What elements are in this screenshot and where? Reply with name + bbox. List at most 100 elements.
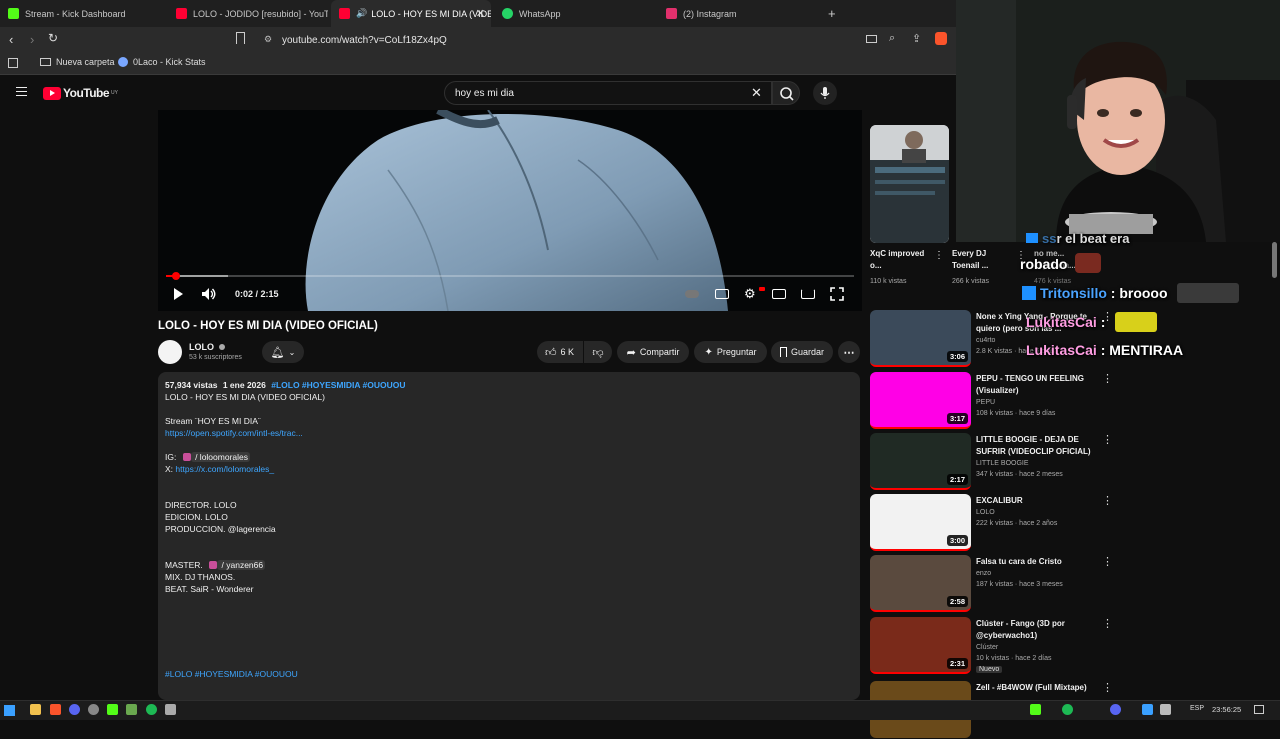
tab-kick-dashboard[interactable]: Stream - Kick Dashboard <box>0 0 165 27</box>
recommendation-title[interactable]: Falsa tu cara de Cristo <box>976 556 1091 568</box>
settings-icon[interactable]: ⚙ <box>744 286 756 302</box>
kebab-menu-icon[interactable]: ⋮ <box>1102 496 1113 507</box>
miniplayer-icon[interactable] <box>772 289 786 299</box>
subtitles-icon[interactable] <box>715 289 729 299</box>
url-field[interactable]: ⚙ youtube.com/watch?v=CoLf18Zx4pQ <box>258 30 858 50</box>
clock[interactable]: 23:56:25 <box>1212 705 1241 714</box>
kick-icon[interactable] <box>107 704 118 715</box>
like-button[interactable]: 👍︎ 6 K <box>537 341 583 363</box>
app-icon[interactable] <box>165 704 176 715</box>
cast-icon[interactable] <box>801 289 815 299</box>
tray-kick-icon[interactable] <box>1030 704 1041 715</box>
description-box[interactable]: 57,934 vistas 1 ene 2026 #LOLO #HOYESMID… <box>158 372 860 700</box>
ig-handle[interactable]: / loloomorales <box>190 452 250 462</box>
recommendation-title[interactable]: Zell - #B4WOW (Full Mixtape) <box>976 682 1091 694</box>
start-icon[interactable] <box>4 705 15 716</box>
recommendation-channel[interactable]: LOLO <box>976 509 995 516</box>
channel-avatar[interactable] <box>158 340 182 364</box>
video-thumbnail[interactable]: 2:31 <box>870 617 971 674</box>
kebab-menu-icon[interactable]: ⋮ <box>1102 374 1113 385</box>
tray-volume-icon[interactable] <box>1160 704 1171 715</box>
search-input[interactable]: hoy es mi dia ✕ <box>444 81 772 105</box>
kebab-menu-icon[interactable]: ⋮ <box>1102 435 1113 446</box>
site-info-icon[interactable]: ⚙ <box>264 34 272 45</box>
share-icon[interactable]: ⇪ <box>912 32 921 45</box>
recommendation-channel[interactable]: LITTLE BOOGIE <box>976 460 1029 467</box>
clear-search-icon[interactable]: ✕ <box>751 85 762 101</box>
minecraft-icon[interactable] <box>126 704 137 715</box>
video-thumbnail[interactable]: 2:17 <box>870 433 971 490</box>
new-tab-button[interactable]: + <box>828 6 836 21</box>
recommendation-title[interactable]: LITTLE BOOGIE - DEJA DE SUFRIR (VIDEOCLI… <box>976 434 1091 458</box>
recommendation-channel[interactable]: enzo <box>976 570 991 577</box>
channel-name[interactable]: LOLO <box>189 342 225 352</box>
recommendation-channel[interactable]: PEPU <box>976 399 995 406</box>
close-tab-icon[interactable]: ✕ <box>476 7 485 20</box>
short-title[interactable]: Every DJ Toenail ... <box>952 248 1002 272</box>
recommendation-item[interactable]: 2:58 Falsa tu cara de Cristo enzo 187 k vis… <box>870 555 1113 613</box>
spotify-icon[interactable] <box>146 704 157 715</box>
video-thumbnail[interactable]: 3:06 <box>870 310 971 367</box>
recommendation-title[interactable]: Clúster - Fango (3D por @cyberwacho1) <box>976 618 1091 642</box>
menu-icon[interactable] <box>16 87 27 96</box>
ask-button[interactable]: ✦ Preguntar <box>694 341 767 363</box>
tab-lolo-hoy-es-mi-dia[interactable]: 🔊 LOLO - HOY ES MI DIA (VIDE ✕ <box>331 0 491 27</box>
voice-search-button[interactable] <box>813 81 837 105</box>
kebab-menu-icon[interactable]: ⋮ <box>1102 683 1113 694</box>
bookmark-kick-stats[interactable]: 0Laco - Kick Stats <box>118 57 206 67</box>
screen-icon[interactable] <box>866 35 877 43</box>
dislike-button[interactable]: 👎︎ <box>584 341 612 363</box>
youtube-logo[interactable]: YouTube UY <box>43 86 118 100</box>
tray-network-icon[interactable] <box>1142 704 1153 715</box>
recommendation-channel[interactable]: cu4rto <box>976 337 995 344</box>
volume-icon[interactable] <box>201 287 217 301</box>
short-kebab-icon[interactable]: ⋮ <box>934 250 944 261</box>
notifications-icon[interactable] <box>1254 705 1264 714</box>
recommendation-item[interactable]: 3:00 EXCALIBUR LOLO 222 k vistas · hace 2 a… <box>870 494 1113 552</box>
recommendation-item[interactable]: 3:17 PEPU - TENGO UN FEELING (Visualizer)… <box>870 372 1113 430</box>
kebab-menu-icon[interactable]: ⋮ <box>1102 557 1113 568</box>
master-handle[interactable]: / yanzen66 <box>217 560 266 570</box>
hashtags-top[interactable]: #LOLO #HOYESMIDIA #OUOUOU <box>271 380 405 390</box>
back-icon[interactable]: ‹ <box>9 32 13 47</box>
tray-spotify-icon[interactable] <box>1062 704 1073 715</box>
short-title[interactable]: XqC improved o... <box>870 248 932 272</box>
brave-shield-icon[interactable] <box>935 32 947 45</box>
sidebar-scrollbar[interactable] <box>1272 242 1277 278</box>
kebab-menu-icon[interactable]: ⋮ <box>1102 619 1113 630</box>
language-indicator[interactable]: ESP <box>1190 705 1204 712</box>
recommendation-title[interactable]: EXCALIBUR <box>976 495 1091 507</box>
recommendation-title[interactable]: PEPU - TENGO UN FEELING (Visualizer) <box>976 373 1091 397</box>
spotify-link[interactable]: https://open.spotify.com/intl-es/trac... <box>165 428 303 438</box>
save-button[interactable]: Guardar <box>771 341 833 363</box>
tab-instagram[interactable]: (2) Instagram <box>658 0 818 27</box>
search-button[interactable] <box>772 81 800 105</box>
bookmark-nueva-carpeta[interactable]: Nueva carpeta <box>40 57 115 67</box>
apps-grid-icon[interactable] <box>8 58 18 68</box>
video-thumbnail[interactable]: 3:17 <box>870 372 971 429</box>
autoplay-toggle[interactable] <box>685 290 699 298</box>
reload-icon[interactable]: ↻ <box>48 31 58 45</box>
zoom-icon[interactable]: ⌕ <box>889 32 895 45</box>
tab-lolo-jodido[interactable]: LOLO - JODIDO [resubido] - YouTube <box>168 0 328 27</box>
more-actions-button[interactable]: ⋯ <box>838 341 860 363</box>
brave-icon[interactable] <box>50 704 61 715</box>
share-button[interactable]: ➦ Compartir <box>617 341 689 363</box>
forward-icon[interactable]: › <box>30 32 34 47</box>
tray-discord-icon[interactable] <box>1110 704 1121 715</box>
video-thumbnail[interactable]: 2:58 <box>870 555 971 612</box>
notification-bell-button[interactable]: 🔔︎ ⌄ <box>262 341 304 363</box>
recommendation-item[interactable]: 2:31 Clúster - Fango (3D por @cyberwacho1… <box>870 617 1113 675</box>
video-thumbnail[interactable]: 3:00 <box>870 494 971 551</box>
play-icon[interactable] <box>171 287 185 301</box>
tab-whatsapp[interactable]: WhatsApp <box>494 0 654 27</box>
progress-bar[interactable] <box>166 272 854 280</box>
obs-icon[interactable] <box>88 704 99 715</box>
hashtags-bottom[interactable]: #LOLO #HOYESMIDIA #OUOUOU <box>165 669 298 679</box>
file-explorer-icon[interactable] <box>30 704 41 715</box>
discord-icon[interactable] <box>69 704 80 715</box>
recommendation-channel[interactable]: Clúster <box>976 644 998 651</box>
recommendation-item[interactable]: 2:17 LITTLE BOOGIE - DEJA DE SUFRIR (VIDE… <box>870 433 1113 491</box>
fullscreen-icon[interactable] <box>830 287 844 301</box>
x-link[interactable]: https://x.com/lolomorales_ <box>175 464 274 474</box>
